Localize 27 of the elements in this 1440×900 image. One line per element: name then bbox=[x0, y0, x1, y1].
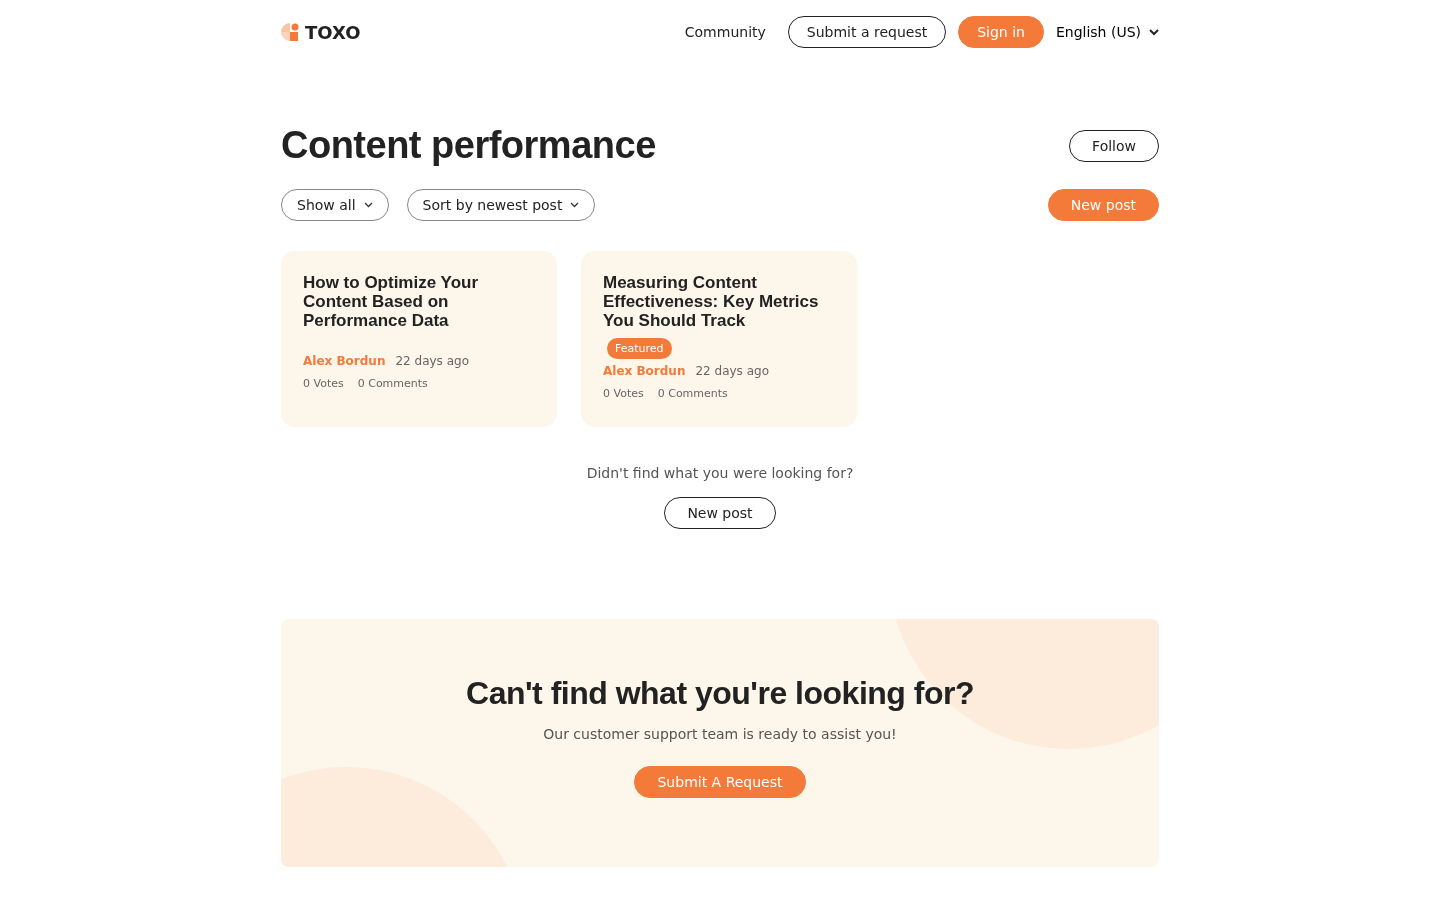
not-found-text: Didn't find what you were looking for? bbox=[586, 465, 854, 481]
filter-dropdown[interactable]: Show all bbox=[281, 189, 389, 221]
language-selector[interactable]: English (US) bbox=[1055, 24, 1159, 40]
new-post-button[interactable]: New post bbox=[664, 497, 776, 529]
chevron-icon bbox=[363, 202, 373, 208]
banner-title: Can't find what you're looking for? bbox=[466, 675, 974, 712]
post-card[interactable]: How to Optimize Your Content Based on Performance Data Alex Bordun 22 days ago 0 Votes 0 Comments bbox=[281, 251, 557, 427]
chevron-icon bbox=[570, 202, 580, 208]
post-title: Measuring Content Effectiveness: Key Metrics You Should Track bbox=[603, 273, 820, 330]
post-card[interactable]: Measuring Content Effectiveness: Key Metrics You Should Track Featured Alex Bordun 22 days ago 0 Votes 0 Comments bbox=[581, 251, 857, 427]
logo-text: TOXO bbox=[305, 21, 361, 43]
nav-link[interactable]: Community bbox=[674, 24, 776, 40]
logo-icon bbox=[281, 23, 301, 41]
post-title: How to Optimize Your Content Based on Performance Data bbox=[303, 273, 480, 330]
comments-count: 0 Comments bbox=[357, 377, 428, 390]
filter-dropdown[interactable]: Sort by newest post bbox=[406, 189, 596, 221]
post-time: 22 days ago bbox=[695, 364, 769, 378]
follow-button[interactable]: Follow bbox=[1069, 129, 1159, 162]
chevron-icon bbox=[1149, 28, 1159, 36]
banner-subtitle: Our customer support team is ready to assist you! bbox=[543, 726, 897, 742]
post-time: 22 days ago bbox=[395, 354, 469, 368]
featured-badge: Featured bbox=[607, 338, 672, 359]
nav-link[interactable]: Submit a request bbox=[787, 16, 947, 48]
votes-count: 0 Votes bbox=[303, 377, 344, 390]
comments-count: 0 Comments bbox=[657, 387, 728, 400]
votes-count: 0 Votes bbox=[603, 387, 644, 400]
page-title: Content performance bbox=[281, 124, 656, 167]
